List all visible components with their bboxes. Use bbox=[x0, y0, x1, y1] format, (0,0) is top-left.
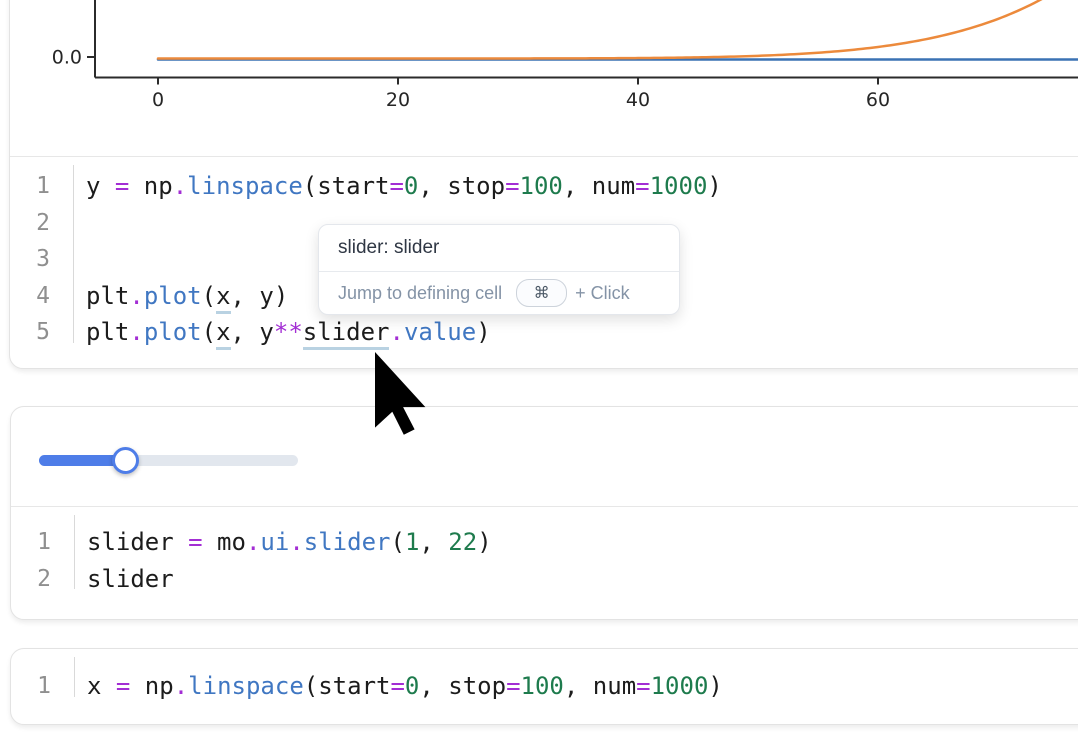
notebook-cell-x: 1x = np.linspace(start=0, stop=100, num=… bbox=[10, 648, 1078, 725]
tooltip-title: slider: slider bbox=[338, 237, 439, 259]
notebook-cell-slider: 1slider = mo.ui.slider(1, 22)2slider bbox=[10, 406, 1078, 620]
code-token: plt bbox=[86, 318, 129, 346]
code-token: . bbox=[289, 528, 303, 556]
line-number: 1 bbox=[10, 173, 50, 199]
line-number: 4 bbox=[10, 283, 50, 309]
code-token: ( bbox=[202, 318, 216, 346]
variable-tooltip: slider: slider Jump to defining cell ⌘ +… bbox=[318, 224, 680, 315]
code-token: ) bbox=[476, 318, 490, 346]
gutter-separator bbox=[74, 657, 75, 697]
code-token: 0 bbox=[404, 172, 418, 200]
code-token: . bbox=[173, 172, 187, 200]
code-token: np bbox=[130, 672, 173, 700]
gutter-separator bbox=[74, 515, 75, 589]
code-token: y bbox=[86, 172, 115, 200]
code-token: ** bbox=[274, 318, 303, 346]
code-token: 0 bbox=[405, 672, 419, 700]
code-line[interactable]: 1y = np.linspace(start=0, stop=100, num=… bbox=[10, 168, 1078, 205]
code-token: value bbox=[404, 318, 476, 346]
code-token: ui bbox=[260, 528, 289, 556]
line-number: 3 bbox=[10, 246, 50, 272]
slider-handle[interactable] bbox=[112, 447, 139, 474]
code-token: 100 bbox=[520, 172, 563, 200]
gutter-separator bbox=[73, 165, 74, 343]
code-token: slider bbox=[87, 528, 188, 556]
code-token: ( bbox=[390, 528, 404, 556]
code-token: ( bbox=[202, 282, 216, 310]
tooltip-action-label: Jump to defining cell bbox=[338, 283, 502, 304]
tooltip-shortcut-suffix: + Click bbox=[575, 283, 630, 304]
cmd-key-badge: ⌘ bbox=[516, 279, 567, 307]
command-icon: ⌘ bbox=[534, 283, 550, 303]
code-token: , stop bbox=[418, 172, 505, 200]
code-token: linspace bbox=[188, 672, 304, 700]
code-token: = bbox=[635, 172, 649, 200]
code-token: = bbox=[389, 172, 403, 200]
code-token: . bbox=[389, 318, 403, 346]
code-token: slider bbox=[304, 528, 391, 556]
code-token: . bbox=[129, 282, 143, 310]
line-number: 2 bbox=[11, 566, 51, 592]
code-text: slider bbox=[87, 565, 174, 593]
code-token: , bbox=[419, 528, 448, 556]
code-token: linspace bbox=[187, 172, 303, 200]
code-token: slider bbox=[87, 565, 174, 593]
code-line[interactable]: 5plt.plot(x, y**slider.value) bbox=[10, 314, 1078, 351]
code-token: = bbox=[505, 172, 519, 200]
code-token: = bbox=[115, 172, 129, 200]
code-text: plt.plot(x, y) bbox=[86, 282, 288, 310]
code-token: (start bbox=[303, 172, 390, 200]
code-token: 1 bbox=[405, 528, 419, 556]
code-token: , y bbox=[231, 318, 274, 346]
code-token: , stop bbox=[419, 672, 506, 700]
line-number: 1 bbox=[11, 673, 51, 699]
slider-widget[interactable] bbox=[39, 447, 339, 477]
code-token: . bbox=[246, 528, 260, 556]
code-token: 1000 bbox=[651, 672, 709, 700]
code-token: = bbox=[116, 672, 130, 700]
code-editor[interactable]: 1slider = mo.ui.slider(1, 22)2slider bbox=[11, 507, 1078, 597]
code-token: ) bbox=[477, 528, 491, 556]
variable-link-x[interactable]: x bbox=[216, 282, 230, 314]
tooltip-action-row: Jump to defining cell ⌘ + Click bbox=[338, 272, 669, 314]
code-token: (start bbox=[304, 672, 391, 700]
code-token: ) bbox=[708, 672, 722, 700]
code-token: = bbox=[506, 672, 520, 700]
code-token: , y) bbox=[231, 282, 289, 310]
code-editor[interactable]: 1x = np.linspace(start=0, stop=100, num=… bbox=[11, 649, 1078, 705]
code-token: plt bbox=[86, 282, 129, 310]
code-token: 1000 bbox=[650, 172, 708, 200]
code-token: np bbox=[129, 172, 172, 200]
code-text: plt.plot(x, y**slider.value) bbox=[86, 318, 491, 346]
code-text: y = np.linspace(start=0, stop=100, num=1… bbox=[86, 172, 722, 200]
line-number: 2 bbox=[10, 210, 50, 236]
code-token: , num bbox=[563, 172, 635, 200]
code-token: = bbox=[390, 672, 404, 700]
code-token: 100 bbox=[521, 672, 564, 700]
code-token: = bbox=[188, 528, 202, 556]
code-token: = bbox=[636, 672, 650, 700]
line-number: 5 bbox=[10, 319, 50, 345]
code-token: 22 bbox=[448, 528, 477, 556]
code-token: . bbox=[174, 672, 188, 700]
code-token: , num bbox=[564, 672, 636, 700]
variable-link-x[interactable]: x bbox=[216, 318, 230, 350]
code-text: slider = mo.ui.slider(1, 22) bbox=[87, 528, 492, 556]
code-token: plot bbox=[144, 282, 202, 310]
code-token: ) bbox=[707, 172, 721, 200]
code-token: . bbox=[129, 318, 143, 346]
code-line[interactable]: 1slider = mo.ui.slider(1, 22) bbox=[11, 524, 1078, 561]
code-line[interactable]: 2 slider bbox=[11, 561, 1078, 598]
code-token: mo bbox=[203, 528, 246, 556]
code-token: plot bbox=[144, 318, 202, 346]
code-text: x = np.linspace(start=0, stop=100, num=1… bbox=[87, 672, 723, 700]
code-token: x bbox=[87, 672, 116, 700]
variable-link-slider[interactable]: slider bbox=[303, 318, 390, 350]
line-number: 1 bbox=[11, 529, 51, 555]
code-line[interactable]: 1x = np.linspace(start=0, stop=100, num=… bbox=[11, 668, 1078, 705]
